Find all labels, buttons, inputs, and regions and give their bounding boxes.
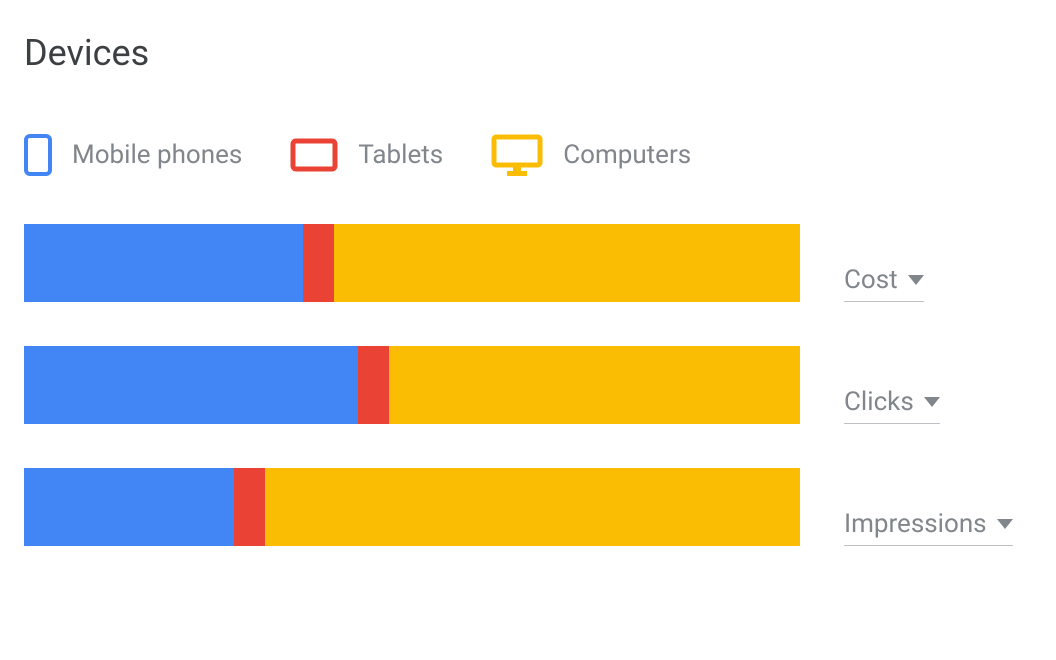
bar-row-cost: Cost: [24, 224, 1032, 302]
legend-item-computer: Computers: [491, 134, 691, 176]
bar-segment-computer: [265, 468, 800, 546]
bar-row-impressions: Impressions: [24, 468, 1032, 546]
metric-label: Cost: [844, 265, 898, 295]
metric-dropdown-cost[interactable]: Cost: [844, 265, 924, 302]
tablet-icon: [290, 138, 338, 172]
legend-item-tablet: Tablets: [290, 138, 443, 172]
bar-segment-computer: [334, 224, 800, 302]
bar-track-cost: [24, 224, 800, 302]
chevron-down-icon: [908, 275, 924, 285]
metric-dropdown-clicks[interactable]: Clicks: [844, 387, 940, 424]
bar-segment-tablet: [358, 346, 389, 424]
bar-segment-mobile: [24, 346, 358, 424]
metric-label: Clicks: [844, 387, 914, 417]
device-legend: Mobile phones Tablets Computers: [24, 134, 1032, 176]
legend-item-mobile: Mobile phones: [24, 134, 242, 176]
bar-segment-mobile: [24, 468, 234, 546]
bar-track-impressions: [24, 468, 800, 546]
metric-label: Impressions: [844, 509, 987, 539]
bar-segment-tablet: [303, 224, 334, 302]
chevron-down-icon: [997, 519, 1013, 529]
bar-segment-mobile: [24, 224, 303, 302]
page-title: Devices: [24, 32, 1032, 74]
stacked-bars-container: Cost Clicks Impressions: [24, 224, 1032, 546]
computer-icon: [491, 134, 543, 176]
legend-label-tablet: Tablets: [358, 140, 443, 170]
bar-segment-computer: [389, 346, 800, 424]
bar-segment-tablet: [234, 468, 265, 546]
chevron-down-icon: [924, 397, 940, 407]
bar-track-clicks: [24, 346, 800, 424]
bar-row-clicks: Clicks: [24, 346, 1032, 424]
legend-label-computer: Computers: [563, 140, 691, 170]
mobile-phone-icon: [24, 134, 52, 176]
legend-label-mobile: Mobile phones: [72, 140, 242, 170]
metric-dropdown-impressions[interactable]: Impressions: [844, 509, 1013, 546]
